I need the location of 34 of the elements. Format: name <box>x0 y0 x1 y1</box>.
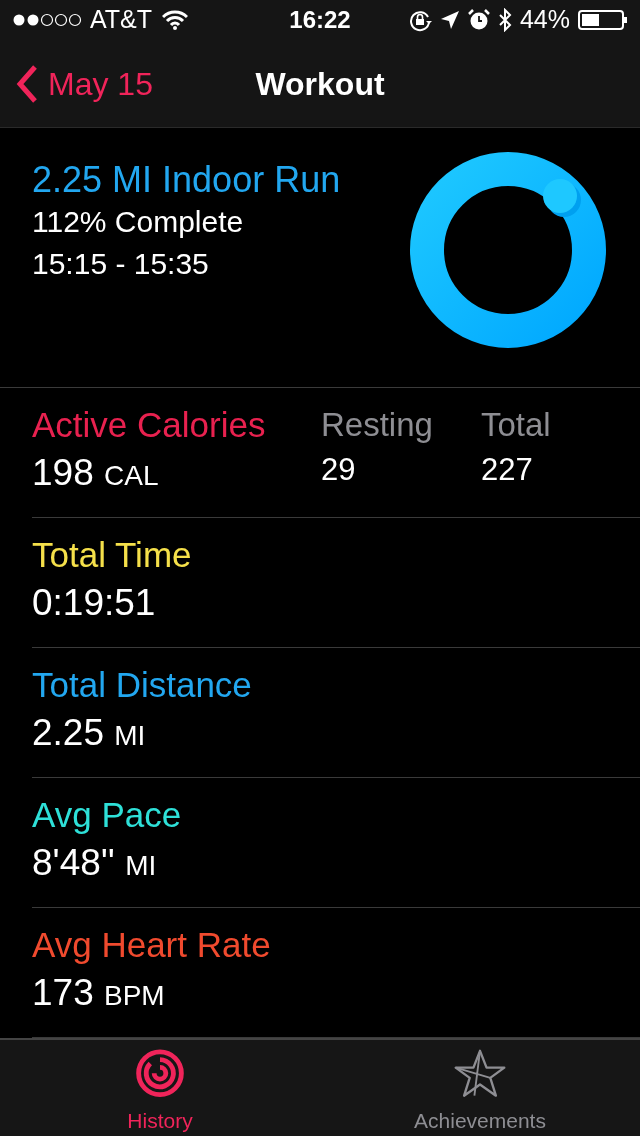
back-chevron-icon <box>16 64 38 103</box>
metric-value: 173 BPM <box>32 971 166 1015</box>
metric-label: Active Calories <box>32 404 267 446</box>
workout-title: 2.25 MI Indoor Run <box>32 158 342 202</box>
metric-value: 8'48'' MI <box>32 841 158 885</box>
back-button[interactable]: May 15 <box>0 59 153 108</box>
tab-button[interactable]: Achievements <box>320 1040 640 1136</box>
wifi-icon <box>162 10 189 30</box>
carrier-label: AT&T <box>90 4 153 36</box>
metric-value: 2.25 MI <box>32 711 147 755</box>
clock-time: 16:22 <box>289 5 351 35</box>
alarm-clock-icon <box>467 9 490 31</box>
metric-label: Total Distance <box>32 664 252 706</box>
rotation-lock-icon <box>407 8 432 32</box>
battery-percent: 44% <box>519 4 570 36</box>
time-range: 15:15 - 15:35 <box>32 246 210 283</box>
metric-label: Avg Pace <box>32 794 182 836</box>
star-icon <box>452 1048 508 1099</box>
metric-value: 0:19:51 <box>32 581 157 625</box>
completion-text: 112% Complete <box>32 204 245 241</box>
battery-icon <box>578 9 628 31</box>
location-arrow-icon <box>439 10 460 30</box>
metric-value: 198 CAL <box>32 451 160 495</box>
bluetooth-icon <box>497 8 512 32</box>
metric-label: Avg Heart Rate <box>32 924 271 966</box>
metric-label: Resting <box>321 405 434 445</box>
metric-label: Total <box>481 405 551 445</box>
tab-button[interactable]: History <box>0 1040 320 1136</box>
signal-icon <box>12 13 82 27</box>
metric-value: 227 <box>481 450 534 489</box>
metric-label: Total Time <box>32 534 192 576</box>
metric-value: 29 <box>321 450 357 489</box>
screen-title: Workout <box>255 65 385 102</box>
activity-rings-icon <box>134 1048 186 1099</box>
